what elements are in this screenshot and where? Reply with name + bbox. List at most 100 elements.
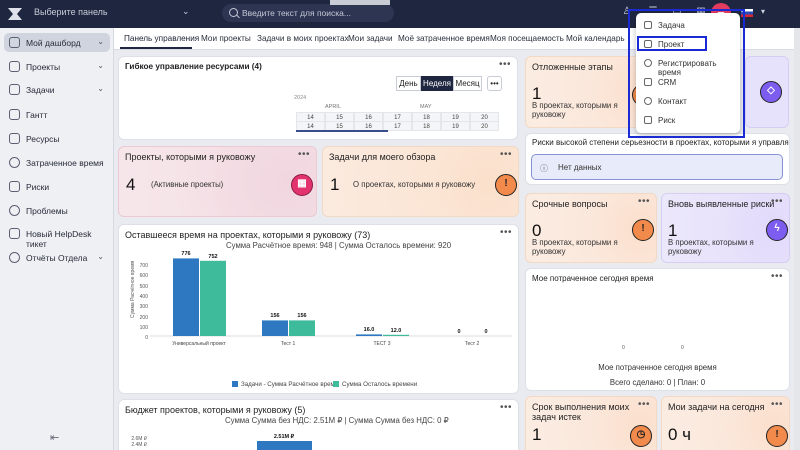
metric-value: 1 xyxy=(330,175,340,194)
lightning-icon: ϟ xyxy=(766,219,788,241)
y-tick: 600 xyxy=(139,273,148,280)
card-title: Мои задачи на сегодня xyxy=(668,402,765,412)
view-month-button[interactable]: Месяц xyxy=(453,76,482,91)
bar-value-label: 156 xyxy=(270,313,280,320)
more-options-icon[interactable]: ••• xyxy=(487,76,502,91)
chevron-down-icon: ⌄ xyxy=(97,252,104,261)
metric-description: В проектах, которыми я руковожу xyxy=(532,238,618,256)
alert-icon: ! xyxy=(632,219,654,241)
sidebar: Мой дашборд ⌄ Проекты ⌄ Задачи ⌄ Гантт Р… xyxy=(0,28,114,450)
sidebar-item-dashboard[interactable]: Мой дашборд ⌄ xyxy=(4,33,110,52)
sidebar-item-label: Отчёты Отдела xyxy=(26,253,88,263)
tab-attendance[interactable]: Моя посещаемость xyxy=(490,34,564,43)
bar-value-label: 752 xyxy=(208,253,218,260)
bar-value-label: 156 xyxy=(297,313,307,320)
tab-my-tasks[interactable]: Мои задачи xyxy=(348,34,393,43)
tab-my-projects[interactable]: Мои проекты xyxy=(201,34,251,43)
more-options-icon[interactable]: ••• xyxy=(499,59,511,70)
bar-value-label: 0 xyxy=(457,329,461,335)
calendar-day-cell[interactable]: 18 xyxy=(412,121,441,131)
calendar-month: APRIL xyxy=(325,104,341,110)
sidebar-item-projects[interactable]: Проекты ⌄ xyxy=(4,57,110,76)
tab-dashboard[interactable]: Панель управления xyxy=(124,34,199,43)
my-tasks-today-card[interactable]: Мои задачи на сегодня ••• 0 ч ! xyxy=(661,396,790,450)
totals-label: Всего сделано: 0 | План: 0 xyxy=(609,378,706,387)
sidebar-item-label: Гантт xyxy=(26,110,48,120)
legend-label: Задачи - Сумма Расчётное время xyxy=(241,381,339,388)
search-icon xyxy=(229,8,238,17)
sidebar-item-time[interactable]: Затраченное время xyxy=(4,153,110,172)
helpdesk-icon xyxy=(9,228,20,239)
more-options-icon[interactable]: ••• xyxy=(771,399,783,410)
new-risks-card[interactable]: Вновь выявленные риски ••• 1 В проектах,… xyxy=(661,193,790,263)
sidebar-item-problems[interactable]: Проблемы xyxy=(4,201,110,220)
urgent-issues-card[interactable]: Срочные вопросы ••• 0 В проектах, которы… xyxy=(525,193,657,263)
more-options-icon[interactable]: ••• xyxy=(500,149,512,160)
more-options-icon[interactable]: ••• xyxy=(771,271,783,282)
bar-value-label: 16.0 xyxy=(363,327,375,334)
x-tick-label: Тест 2 xyxy=(464,341,480,347)
tab-calendar[interactable]: Мой календарь xyxy=(566,34,625,43)
x-tick-label: Тест 1 xyxy=(280,341,296,347)
budget-card: Бюджет проектов, которыми я руковожу (5)… xyxy=(118,399,519,450)
chart-caption: Мое потраченное сегодня время xyxy=(598,363,717,372)
active-tab-indicator xyxy=(120,47,192,49)
y-tick: 400 xyxy=(139,293,148,300)
y-tick: 100 xyxy=(139,324,148,331)
legend-item: Сумма Осталось времени xyxy=(333,381,417,388)
panel-select[interactable]: Выберите панель xyxy=(34,7,154,21)
search-input[interactable]: Введите текст для поиска... xyxy=(222,4,394,22)
x-tick-label: Универсальный проект xyxy=(172,341,226,347)
sidebar-item-resources[interactable]: Ресурсы xyxy=(4,129,110,148)
metric-description: О проектах, которыми я руковожу xyxy=(353,180,476,189)
view-day-button[interactable]: День xyxy=(396,76,421,91)
sidebar-item-reports[interactable]: Отчёты Отдела ⌄ xyxy=(4,248,110,267)
sidebar-item-helpdesk[interactable]: Новый HelpDesk тикет xyxy=(4,224,110,249)
sidebar-item-label: Риски xyxy=(26,182,50,192)
app-logo[interactable] xyxy=(6,5,24,23)
calendar-month: MAY xyxy=(420,104,432,110)
bar-value-label: 2.51M ₽ xyxy=(273,434,295,440)
chevron-down-icon: ⌄ xyxy=(97,61,104,70)
more-options-icon[interactable]: ••• xyxy=(638,196,650,207)
sidebar-item-label: Проблемы xyxy=(26,206,68,216)
sidebar-item-label: Задачи xyxy=(26,85,55,95)
sidebar-item-gantt[interactable]: Гантт xyxy=(4,105,110,124)
sidebar-item-label: Мой дашборд xyxy=(26,38,81,48)
sidebar-item-label: Проекты xyxy=(26,62,61,72)
more-options-icon[interactable]: ••• xyxy=(298,149,310,160)
chevron-down-icon: ⌄ xyxy=(97,84,104,93)
collapse-sidebar-icon[interactable]: ⇤ xyxy=(50,431,59,444)
review-tasks-card[interactable]: Задачи для моего обзора ••• 1 О проектах… xyxy=(322,146,519,217)
overdue-tasks-card[interactable]: Срок выполнения моих задач истек ••• 1 ◷ xyxy=(525,396,657,450)
y-tick: 700 xyxy=(139,263,148,269)
metric-description: В проектах, которыми я руковожу xyxy=(668,238,754,256)
chevron-down-icon[interactable]: ▾ xyxy=(756,7,770,21)
scrollbar[interactable] xyxy=(794,28,800,450)
dashboard-icon xyxy=(9,37,20,48)
more-options-icon[interactable]: ••• xyxy=(500,402,512,413)
sidebar-item-tasks[interactable]: Задачи ⌄ xyxy=(4,80,110,99)
bar-value-label: 12.0 xyxy=(390,327,402,334)
sidebar-item-label: Новый HelpDesk тикет xyxy=(26,229,92,249)
card-title: Оставшееся время на проектах, которыми я… xyxy=(125,230,371,240)
tab-project-tasks[interactable]: Задачи в моих проектах xyxy=(257,34,349,43)
selection-outline xyxy=(628,9,745,138)
tab-my-time[interactable]: Моё затраченное время xyxy=(398,34,490,43)
more-options-icon[interactable]: ••• xyxy=(500,227,512,238)
more-options-icon[interactable]: ••• xyxy=(638,399,650,410)
view-week-button[interactable]: Неделя xyxy=(421,76,453,91)
metric-value: 1 xyxy=(532,425,542,444)
sidebar-item-risks[interactable]: Риски xyxy=(4,177,110,196)
alert-icon: ! xyxy=(766,425,788,447)
calendar-day-cell[interactable]: 19 xyxy=(441,121,470,131)
diamond-icon: ◇ xyxy=(760,81,782,103)
card-title: Задачи для моего обзора xyxy=(329,152,436,162)
more-options-icon[interactable]: ••• xyxy=(771,196,783,207)
managed-projects-card[interactable]: Проекты, которыми я руковожу ••• 4 (Акти… xyxy=(118,146,317,217)
chevron-down-icon[interactable]: ⌄ xyxy=(182,6,190,17)
bar-value-label: 776 xyxy=(181,251,191,258)
calendar-day-cell[interactable]: 20 xyxy=(470,121,499,131)
y-tick: 2.4M ₽ xyxy=(131,442,147,448)
sidebar-item-label: Затраченное время xyxy=(26,158,104,168)
